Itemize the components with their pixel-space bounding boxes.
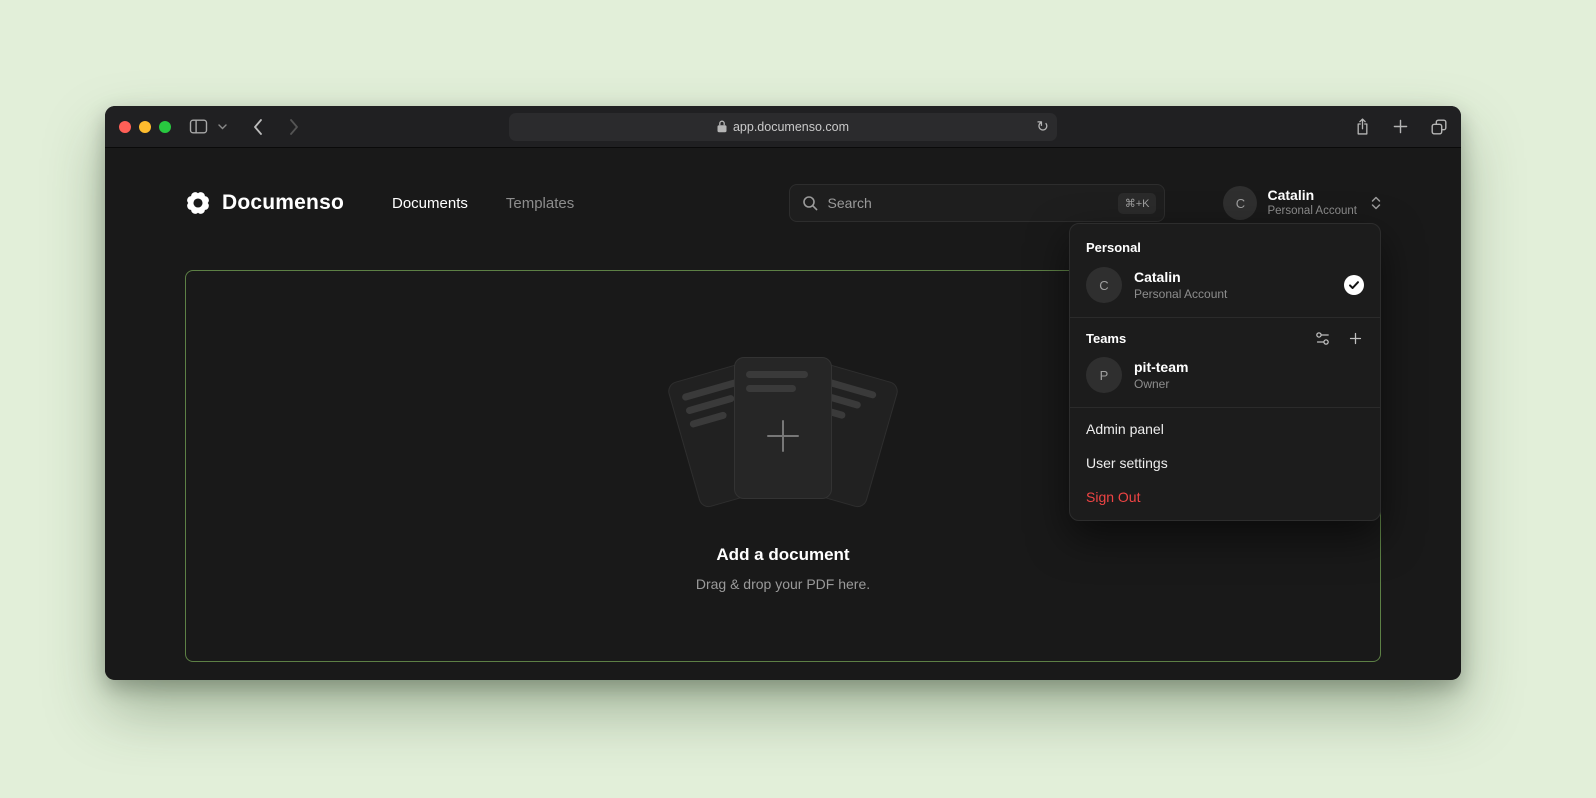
close-button[interactable] — [119, 121, 131, 133]
create-team-icon[interactable] — [1347, 330, 1364, 347]
search-icon — [802, 195, 818, 211]
menu-item-sign-out[interactable]: Sign Out — [1070, 480, 1380, 514]
menu-item-user-settings[interactable]: User settings — [1070, 446, 1380, 480]
selected-check-icon — [1344, 275, 1364, 295]
primary-nav: Documents Templates — [392, 195, 574, 212]
menu-divider — [1070, 407, 1380, 408]
reload-icon[interactable]: ↻ — [1036, 119, 1049, 134]
address-bar[interactable]: app.documenso.com ↻ — [509, 113, 1057, 141]
personal-item-name: Catalin — [1134, 269, 1227, 285]
brand-home-link[interactable]: Documenso — [185, 190, 344, 216]
team-item-name: pit-team — [1134, 359, 1188, 375]
toolbar-actions — [1355, 117, 1447, 136]
new-tab-icon[interactable] — [1393, 119, 1408, 134]
team-item-subtitle: Owner — [1134, 377, 1188, 391]
menu-divider — [1070, 317, 1380, 318]
share-icon[interactable] — [1355, 117, 1370, 136]
menu-item-personal-account[interactable]: C Catalin Personal Account — [1070, 263, 1380, 313]
account-subtitle: Personal Account — [1267, 205, 1357, 218]
app-header: Documenso Documents Templates Search ⌘+K — [185, 148, 1381, 234]
search-input[interactable]: Search ⌘+K — [789, 184, 1165, 222]
desktop-background: app.documenso.com ↻ — [0, 0, 1596, 798]
browser-toolbar: app.documenso.com ↻ — [105, 106, 1461, 148]
personal-item-subtitle: Personal Account — [1134, 287, 1227, 301]
documents-stack-illustration — [658, 353, 908, 515]
window-controls — [119, 121, 171, 133]
team-avatar: P — [1086, 357, 1122, 393]
app-content: Documenso Documents Templates Search ⌘+K — [105, 148, 1461, 679]
menu-item-team-pit-team[interactable]: P pit-team Owner — [1070, 353, 1380, 403]
account-text: Catalin Personal Account — [1267, 188, 1357, 218]
sidebar-toggle-icon[interactable] — [189, 119, 208, 134]
nav-item-templates[interactable]: Templates — [506, 195, 574, 212]
plus-icon — [767, 420, 799, 452]
manage-teams-icon[interactable] — [1314, 330, 1331, 347]
account-menu-trigger[interactable]: C Catalin Personal Account — [1223, 186, 1381, 220]
url-text: app.documenso.com — [733, 120, 849, 134]
nav-item-documents[interactable]: Documents — [392, 195, 468, 212]
account-dropdown-menu: Personal C Catalin Personal Account — [1069, 223, 1381, 521]
documenso-logo-icon — [185, 190, 211, 216]
dropzone-title: Add a document — [716, 545, 849, 565]
personal-avatar: C — [1086, 267, 1122, 303]
brand-wordmark: Documenso — [222, 191, 344, 215]
back-button[interactable] — [253, 119, 263, 135]
forward-button[interactable] — [289, 119, 299, 135]
minimize-button[interactable] — [139, 121, 151, 133]
personal-section-label: Personal — [1070, 230, 1380, 263]
tab-overview-icon[interactable] — [1431, 119, 1447, 135]
teams-actions — [1314, 330, 1364, 347]
personal-item-text: Catalin Personal Account — [1134, 269, 1227, 301]
document-card-add — [734, 357, 832, 499]
menu-item-admin-panel[interactable]: Admin panel — [1070, 412, 1380, 446]
search-placeholder: Search — [827, 195, 1108, 211]
team-item-text: pit-team Owner — [1134, 359, 1188, 391]
dropzone-subtitle: Drag & drop your PDF here. — [696, 576, 870, 592]
teams-section-label: Teams — [1086, 331, 1126, 346]
search-shortcut-badge: ⌘+K — [1118, 193, 1157, 214]
zoom-button[interactable] — [159, 121, 171, 133]
account-name: Catalin — [1267, 188, 1357, 203]
account-avatar: C — [1223, 186, 1257, 220]
chevron-down-icon[interactable] — [218, 124, 227, 130]
browser-window: app.documenso.com ↻ — [105, 106, 1461, 680]
teams-section-header: Teams — [1070, 322, 1380, 353]
chevron-updown-icon — [1371, 195, 1381, 211]
lock-icon — [717, 120, 727, 133]
